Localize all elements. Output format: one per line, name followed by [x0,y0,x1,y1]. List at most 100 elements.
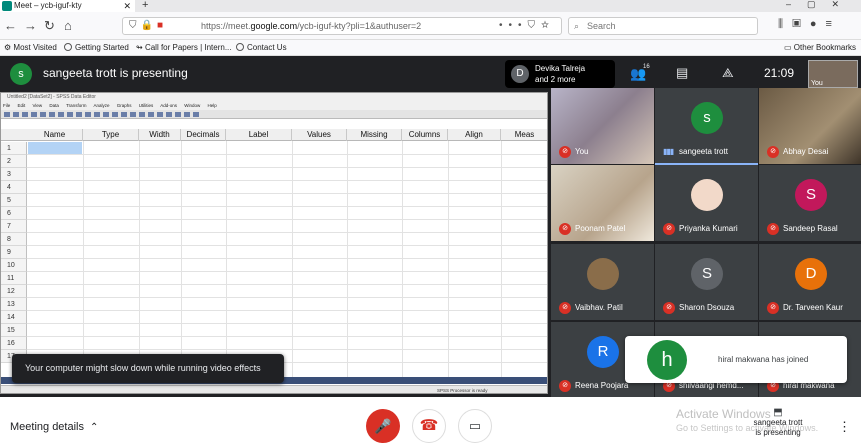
new-tab-button[interactable]: + [142,0,148,11]
home-icon[interactable]: ⌂ [64,18,72,33]
row-number: 1 [1,142,27,155]
participant-tile[interactable]: S ⊘ Sharon Dsouza [655,244,758,320]
row-number: 16 [1,337,27,350]
library-icon: ⫼ [778,18,793,30]
column-header: Name [27,129,83,141]
grid-column-line [448,141,449,381]
column-header: Decimals [181,129,226,141]
present-now-button[interactable]: ⬒ sangeeta trott is presenting [752,407,804,438]
back-icon[interactable]: ← [4,18,17,33]
grid-row-line [27,258,547,259]
bookmark-most-visited[interactable]: ⚙ Most Visited [4,43,57,52]
page-actions[interactable]: •••⛉☆ [499,18,555,34]
participant-tile[interactable]: ⊘ Poonam Patel [551,165,654,241]
self-view-thumbnail[interactable]: You [808,60,858,88]
bookmarks-bar: ⚙ Most Visited Getting Started ↬ Call fo… [0,40,861,56]
participant-tile[interactable]: ⊘ You [551,88,654,164]
participant-tile[interactable]: ⊘ Vaibhav. Patil [551,244,654,320]
participant-tile[interactable]: S ⊘ Sandeep Rasal [759,165,861,241]
bookmark-contact-us[interactable]: Contact Us [236,43,287,52]
camera-button[interactable]: ▭ [458,409,492,443]
participant-tile[interactable]: D ⊘ Dr. Tarveen Kaur [759,244,861,320]
browser-tab-strip: Meet – ycb-iguf-kty ✕ + –▢✕ [0,0,861,12]
grid-row-line [27,193,547,194]
mic-off-icon: ⊘ [663,302,675,314]
present-status-label: sangeeta trott is presenting [753,418,803,437]
participant-name: sangeeta trott [679,147,728,156]
site-info-icons[interactable]: ⛉🔒■ [129,18,167,34]
url-prefix: https://meet. [201,21,251,31]
row-number: 4 [1,181,27,194]
browser-tab[interactable]: Meet – ycb-iguf-kty ✕ [0,0,135,12]
grid-row-line [27,310,547,311]
spss-toolbar [1,110,547,119]
grid-column-line [292,141,293,381]
grid-row-line [27,206,547,207]
row-number: 6 [1,207,27,220]
row-number: 15 [1,324,27,337]
bookmark-star-icon: ☆ [541,20,555,31]
host-avatar: D [511,65,529,83]
row-number: 3 [1,168,27,181]
mic-off-icon: ⊘ [559,380,571,392]
mic-off-icon: 🎤 [374,418,392,434]
mic-off-icon: ⊘ [559,302,571,314]
bookmark-call-for-papers[interactable]: ↬ Call for Papers | Intern... [136,43,232,52]
spss-menu-bar: File Edit View Data Transform Analyze Gr… [1,102,547,110]
spss-toolbar-icon [130,112,136,117]
row-number: 8 [1,233,27,246]
search-input[interactable]: ⌕ Search [568,17,758,35]
url-path: /ycb-iguf-kty?pli=1&authuser=2 [297,21,422,31]
speaking-indicator-icon: ▮▮▮ [663,147,674,156]
chat-icon[interactable]: ▤ [676,65,688,81]
participant-name: Dr. Tarveen Kaur [783,303,843,312]
bookmark-getting-started[interactable]: Getting Started [64,43,129,52]
grid-row-line [27,349,547,350]
hangup-icon: ☎ [419,417,439,434]
search-icon: ⌕ [574,21,580,31]
pocket-icon: ⛉ [527,20,541,31]
other-bookmarks[interactable]: ▭ Other Bookmarks [784,43,856,52]
spss-toolbar-icon [40,112,46,117]
column-header: Values [292,129,347,141]
column-header: Meas [501,129,547,141]
row-number: 11 [1,272,27,285]
spss-toolbar-icon [31,112,37,117]
grid-row-line [27,271,547,272]
pinned-participants-chip[interactable]: D Devika Talreja and 2 more [505,60,615,88]
mic-off-icon: ⊘ [767,223,779,235]
forward-icon[interactable]: → [24,18,37,33]
search-placeholder: Search [587,21,616,31]
url-bar[interactable]: ⛉🔒■ https://meet.google.com/ycb-iguf-kty… [122,17,562,35]
window-controls[interactable]: –▢✕ [786,0,855,10]
more-actions-icon: ••• [498,20,528,31]
row-number: 14 [1,311,27,324]
column-header: Type [83,129,139,141]
sidebar-icon: ▣ [792,18,810,30]
column-header: Align [448,129,501,141]
tab-close-icon[interactable]: ✕ [123,0,131,12]
spss-toolbar-icon [148,112,154,117]
meeting-details-button[interactable]: Meeting details ⌃ [10,421,98,433]
grid-column-line [501,141,502,381]
spss-toolbar-icon [103,112,109,117]
participant-tile[interactable]: s ▮▮▮ sangeeta trott [655,88,758,164]
refresh-icon[interactable]: ↻ [44,18,55,34]
active-speaker-bar [655,163,758,165]
globe-icon [236,43,244,51]
participant-avatar: S [795,179,827,211]
grid-column-line [139,141,140,381]
toolbar-icons[interactable]: ⫼▣●≡ [778,18,841,31]
mic-off-button[interactable]: 🎤 [366,409,400,443]
hangup-button[interactable]: ☎ [412,409,446,443]
participant-name: Vaibhav. Patil [575,303,623,312]
participant-name: Reena Poojara [575,381,629,390]
activities-icon[interactable]: ⟁ [722,65,734,81]
participant-tile[interactable]: ⊘ Priyanka Kumari [655,165,758,241]
row-number: 7 [1,220,27,233]
more-vert-icon[interactable]: ⋮ [838,419,851,435]
participant-tile[interactable]: ⊘ Abhay Desai [759,88,861,164]
grid-column-line [181,141,182,381]
joiner-avatar: h [647,340,687,380]
mic-off-icon: ⊘ [559,146,571,158]
